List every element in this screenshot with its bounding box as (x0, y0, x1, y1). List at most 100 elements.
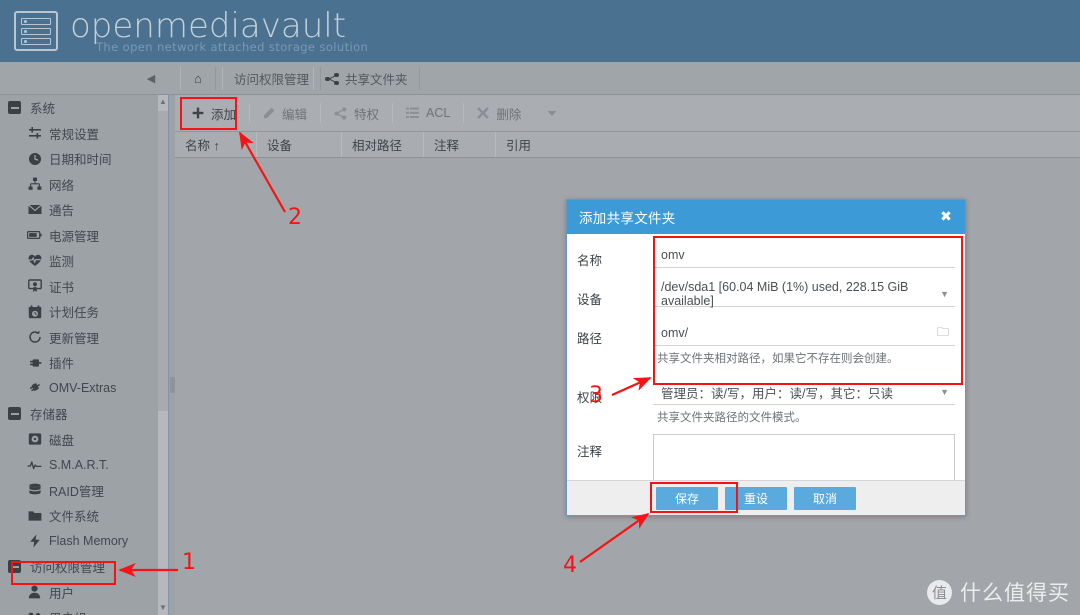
plug-icon (27, 355, 42, 370)
sidebar-item-disks[interactable]: 磁盘 (0, 427, 158, 453)
acl-button[interactable]: ACL (393, 100, 463, 127)
sidebar-item-plugins[interactable]: 插件 (0, 350, 158, 376)
minus-square-icon (8, 407, 21, 421)
pencil-icon (263, 107, 275, 119)
chevron-down-icon (547, 110, 557, 117)
sidebar-item-user-groups[interactable]: 用户组 (0, 605, 158, 615)
privileges-button[interactable]: 特权 (321, 100, 392, 127)
sidebar-item-label: OMV-Extras (49, 381, 117, 396)
scroll-up-icon[interactable]: ▲ (158, 95, 168, 109)
permission-select-value: 管理员：读/写，用户：读/写，其它：只读 (661, 386, 893, 401)
more-menu-button[interactable] (534, 100, 570, 127)
path-input[interactable]: omv/ 🗀 (653, 321, 955, 346)
cancel-button[interactable]: 取消 (794, 486, 856, 510)
sidebar-item-general-settings[interactable]: 常规设置 (0, 121, 158, 147)
user-icon (27, 585, 42, 600)
field-label-path: 路径 (577, 332, 603, 346)
column-header-device[interactable]: 设备 (257, 132, 342, 157)
scroll-down-icon[interactable]: ▼ (158, 601, 168, 615)
sidebar-item-label: 用户 (49, 586, 75, 601)
breadcrumb-item-access-rights[interactable]: 访问权限管理 (222, 67, 322, 90)
sidebar-item-label: Flash Memory (49, 534, 129, 549)
sidebar-item-label: 存储器 (30, 408, 68, 423)
scrollbar-thumb[interactable] (158, 111, 168, 411)
sidebar-item-omv-extras[interactable]: OMV-Extras (0, 376, 158, 402)
sidebar-item-flash-memory[interactable]: Flash Memory (0, 529, 158, 555)
dialog-body: 名称 omv 设备 /dev/sda1 [60.04 MiB (1%) used… (567, 234, 965, 506)
plug-extras-icon (27, 381, 42, 396)
button-label: ACL (426, 106, 451, 120)
edit-button[interactable]: 编辑 (250, 100, 320, 127)
permission-select[interactable]: 管理员：读/写，用户：读/写，其它：只读 ▼ (653, 380, 955, 405)
sidebar-item-raid-management[interactable]: RAID管理 (0, 478, 158, 504)
sidebar-item-label: 更新管理 (49, 331, 100, 346)
app-root: openmediavault The open network attached… (0, 0, 1080, 615)
sidebar-item-update-management[interactable]: 更新管理 (0, 325, 158, 351)
column-header-name[interactable]: 名称 ↑ (175, 132, 257, 157)
plus-icon (192, 107, 204, 119)
column-header-comment[interactable]: 注释 (424, 132, 496, 157)
calendar-clock-icon (27, 304, 42, 319)
sidebar-item-network[interactable]: 网络 (0, 172, 158, 198)
device-select-value: /dev/sda1 [60.04 MiB (1%) used, 228.15 G… (661, 280, 909, 308)
chevron-down-icon: ▼ (940, 289, 949, 299)
save-button[interactable]: 保存 (656, 486, 718, 510)
sidebar-item-certificates[interactable]: 证书 (0, 274, 158, 300)
path-input-value: omv/ (661, 326, 689, 340)
refresh-icon (27, 330, 42, 345)
sidebar-item-label: 文件系统 (49, 510, 100, 525)
add-button[interactable]: 添加 (179, 100, 249, 127)
sidebar-group-storage[interactable]: 存储器 (0, 401, 158, 427)
sidebar-group-access-rights[interactable]: 访问权限管理 (0, 554, 158, 580)
close-icon[interactable]: ✖ (937, 208, 955, 226)
sidebar-item-power-management[interactable]: 电源管理 (0, 223, 158, 249)
breadcrumb-home[interactable]: ⌂ (180, 67, 216, 90)
sidebar-item-label: 通告 (49, 204, 75, 219)
minus-square-icon (8, 101, 21, 115)
users-icon (27, 610, 42, 615)
field-row-name: 名称 omv (567, 243, 965, 269)
chevron-down-icon: ▼ (940, 387, 949, 397)
sidebar-item-users[interactable]: 用户 (0, 580, 158, 606)
watermark-badge: 值 (927, 579, 952, 605)
delete-button[interactable]: 删除 (464, 100, 534, 127)
sidebar-item-smart[interactable]: S.M.A.R.T. (0, 452, 158, 478)
sidebar-item-label: 电源管理 (49, 229, 100, 244)
network-icon (27, 177, 42, 192)
name-input[interactable]: omv (653, 243, 955, 268)
sidebar-item-monitoring[interactable]: 监测 (0, 248, 158, 274)
list-icon (406, 107, 420, 119)
device-select[interactable]: /dev/sda1 [60.04 MiB (1%) used, 228.15 G… (653, 280, 955, 308)
reset-button[interactable]: 重设 (725, 486, 787, 510)
chevron-left-icon[interactable]: ◀ (142, 70, 160, 88)
breadcrumb-label: 访问权限管理 (234, 73, 310, 87)
sidebar-item-scheduled-tasks[interactable]: 计划任务 (0, 299, 158, 325)
dialog-title: 添加共享文件夹 (579, 211, 676, 226)
sliders-icon (27, 126, 42, 141)
watermark-text: 什么值得买 (960, 582, 1070, 605)
folder-icon[interactable]: 🗀 (937, 323, 949, 344)
home-icon: ⌂ (194, 71, 202, 86)
sidebar-item-label: 系统 (30, 102, 56, 117)
sidebar-scrollbar[interactable]: ▲ ▼ (158, 95, 168, 615)
field-row-permission: 权限 管理员：读/写，用户：读/写，其它：只读 ▼ 共享文件夹路径的文件模式。 (567, 380, 965, 425)
sidebar-item-label: 磁盘 (49, 433, 75, 448)
watermark: 值 什么值得买 (927, 577, 1070, 607)
certificate-icon (27, 279, 42, 294)
sidebar-item-label: 证书 (49, 280, 75, 295)
brand-tagline: The open network attached storage soluti… (96, 40, 369, 54)
heartbeat-icon (27, 253, 42, 268)
column-header-references[interactable]: 引用 (496, 132, 1080, 157)
add-shared-folder-dialog: 添加共享文件夹 ✖ 名称 omv 设备 /dev/sda1 [60.04 MiB… (566, 199, 966, 516)
sidebar-item-filesystems[interactable]: 文件系统 (0, 503, 158, 529)
breadcrumb-item-shared-folders[interactable]: 共享文件夹 (313, 67, 420, 90)
sidebar-item-notification[interactable]: 通告 (0, 197, 158, 223)
column-header-relative-path[interactable]: 相对路径 (342, 132, 424, 157)
sidebar-item-date-time[interactable]: 日期和时间 (0, 146, 158, 172)
sidebar-splitter[interactable] (168, 95, 175, 615)
field-label-device: 设备 (577, 293, 603, 307)
sidebar-item-label: 用户组 (49, 608, 87, 615)
sidebar-item-label: 日期和时间 (49, 153, 112, 168)
dialog-footer: 保存 重设 取消 (567, 480, 965, 515)
sidebar-group-system[interactable]: 系统 (0, 95, 158, 121)
